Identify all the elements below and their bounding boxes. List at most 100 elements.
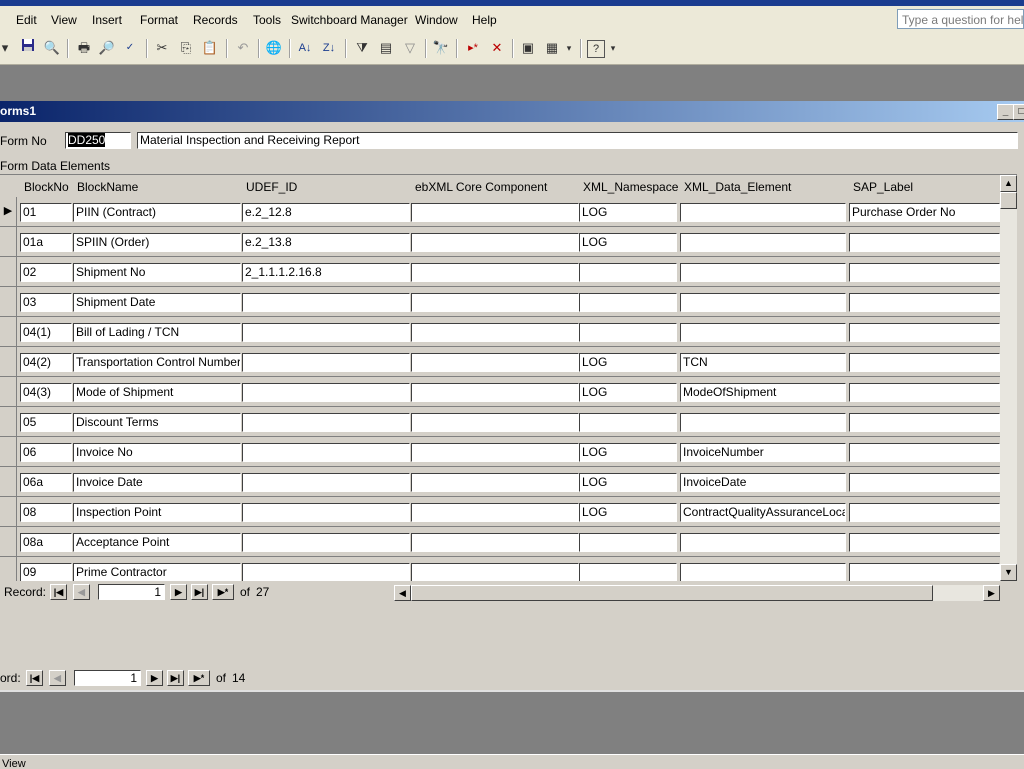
cut-icon[interactable]: ✂ xyxy=(152,38,172,58)
record-selector[interactable] xyxy=(0,317,17,347)
menu-help[interactable]: Help xyxy=(472,13,497,27)
cell-blockname[interactable]: Shipment Date xyxy=(73,293,241,312)
form-no-field[interactable]: DD250 xyxy=(65,132,131,149)
spelling-icon[interactable]: ✓ xyxy=(120,38,140,58)
cell-sap-label[interactable]: Purchase Order No xyxy=(849,203,1000,222)
scroll-up-icon[interactable]: ▲ xyxy=(1000,175,1017,192)
cell-sap-label[interactable] xyxy=(849,383,1000,402)
cell-xml-data-element[interactable]: InvoiceDate xyxy=(680,473,846,492)
cell-blockno[interactable]: 08 xyxy=(20,503,72,522)
cell-xml-namespace[interactable] xyxy=(579,293,677,312)
cell-udef-id[interactable] xyxy=(242,293,410,312)
cell-udef-id[interactable]: 2_1.1.1.2.16.8 xyxy=(242,263,410,282)
cell-xml-data-element[interactable] xyxy=(680,323,846,342)
cell-xml-data-element[interactable] xyxy=(680,233,846,252)
vertical-scrollbar[interactable]: ▲ ▼ xyxy=(1000,175,1017,581)
record-selector[interactable] xyxy=(0,347,17,377)
form-title-field[interactable]: Material Inspection and Receiving Report xyxy=(137,132,1018,149)
cell-ebxml-core-component[interactable] xyxy=(411,473,579,492)
cell-blockno[interactable]: 05 xyxy=(20,413,72,432)
cell-blockno[interactable]: 04(1) xyxy=(20,323,72,342)
cell-udef-id[interactable] xyxy=(242,383,410,402)
main-first-record-icon[interactable]: |◀ xyxy=(26,670,43,686)
cell-blockno[interactable]: 06a xyxy=(20,473,72,492)
menu-edit[interactable]: Edit xyxy=(16,13,37,27)
record-selector[interactable] xyxy=(0,557,17,581)
cell-xml-namespace[interactable]: LOG xyxy=(579,473,677,492)
cell-ebxml-core-component[interactable] xyxy=(411,383,579,402)
cell-ebxml-core-component[interactable] xyxy=(411,563,579,581)
filter-by-form-icon[interactable]: ▤ xyxy=(376,38,396,58)
cell-xml-data-element[interactable] xyxy=(680,413,846,432)
cell-sap-label[interactable] xyxy=(849,443,1000,462)
sort-descending-icon[interactable]: Z↓ xyxy=(319,38,339,58)
cell-blockno[interactable]: 03 xyxy=(20,293,72,312)
cell-xml-data-element[interactable]: ContractQualityAssuranceLocat xyxy=(680,503,846,522)
cell-blockno[interactable]: 04(3) xyxy=(20,383,72,402)
cell-xml-data-element[interactable]: ModeOfShipment xyxy=(680,383,846,402)
new-object-icon[interactable]: ▦ xyxy=(542,38,562,58)
cell-xml-namespace[interactable] xyxy=(579,323,677,342)
previous-record-icon[interactable]: ◀ xyxy=(73,584,90,600)
hyperlink-icon[interactable]: 🌐 xyxy=(264,38,284,58)
print-icon[interactable]: 🖶 xyxy=(74,38,94,58)
main-last-record-icon[interactable]: ▶| xyxy=(167,670,184,686)
cell-blockname[interactable]: Bill of Lading / TCN xyxy=(73,323,241,342)
print-preview-icon[interactable]: 🔎 xyxy=(97,38,117,58)
record-selector[interactable] xyxy=(0,467,17,497)
cell-xml-namespace[interactable] xyxy=(579,413,677,432)
main-next-record-icon[interactable]: ▶ xyxy=(146,670,163,686)
cell-ebxml-core-component[interactable] xyxy=(411,323,579,342)
cell-blockname[interactable]: Mode of Shipment xyxy=(73,383,241,402)
cell-ebxml-core-component[interactable] xyxy=(411,413,579,432)
record-selector[interactable] xyxy=(0,287,17,317)
last-record-icon[interactable]: ▶| xyxy=(191,584,208,600)
cell-ebxml-core-component[interactable] xyxy=(411,533,579,552)
cell-udef-id[interactable] xyxy=(242,443,410,462)
cell-xml-data-element[interactable] xyxy=(680,293,846,312)
cell-xml-namespace[interactable] xyxy=(579,263,677,282)
cell-sap-label[interactable] xyxy=(849,293,1000,312)
cell-blockno[interactable]: 06 xyxy=(20,443,72,462)
view-dropdown-icon[interactable]: ▾ xyxy=(0,38,10,58)
menu-view[interactable]: View xyxy=(51,13,77,27)
cell-blockname[interactable]: SPIIN (Order) xyxy=(73,233,241,252)
cell-udef-id[interactable] xyxy=(242,563,410,581)
paste-icon[interactable]: 📋 xyxy=(200,38,220,58)
cell-blockname[interactable]: Inspection Point xyxy=(73,503,241,522)
cell-udef-id[interactable] xyxy=(242,413,410,432)
record-selector[interactable] xyxy=(0,437,17,467)
cell-xml-namespace[interactable]: LOG xyxy=(579,233,677,252)
cell-xml-data-element[interactable] xyxy=(680,203,846,222)
cell-blockname[interactable]: Invoice Date xyxy=(73,473,241,492)
menu-insert[interactable]: Insert xyxy=(92,13,122,27)
record-selector[interactable] xyxy=(0,227,17,257)
cell-sap-label[interactable] xyxy=(849,323,1000,342)
undo-icon[interactable]: ↶ xyxy=(233,38,253,58)
new-object-dropdown-icon[interactable]: ▾ xyxy=(564,38,574,58)
menu-tools[interactable]: Tools xyxy=(253,13,281,27)
filter-by-selection-icon[interactable]: ⧩ xyxy=(352,38,372,58)
cell-blockno[interactable]: 04(2) xyxy=(20,353,72,372)
record-selector[interactable] xyxy=(0,527,17,557)
menu-switchboard-manager[interactable]: Switchboard Manager xyxy=(291,13,408,27)
cell-blockno[interactable]: 02 xyxy=(20,263,72,282)
scroll-left-icon[interactable]: ◀ xyxy=(394,585,411,601)
current-record-field[interactable]: 1 xyxy=(98,584,165,600)
cell-blockname[interactable]: PIIN (Contract) xyxy=(73,203,241,222)
cell-udef-id[interactable] xyxy=(242,353,410,372)
new-record-nav-icon[interactable]: ▶* xyxy=(212,584,234,600)
cell-blockname[interactable]: Transportation Control Number ( xyxy=(73,353,241,372)
cell-xml-data-element[interactable] xyxy=(680,563,846,581)
menu-format[interactable]: Format xyxy=(140,13,178,27)
next-record-icon[interactable]: ▶ xyxy=(170,584,187,600)
main-new-record-icon[interactable]: ▶* xyxy=(188,670,210,686)
cell-sap-label[interactable] xyxy=(849,233,1000,252)
cell-ebxml-core-component[interactable] xyxy=(411,263,579,282)
menu-window[interactable]: Window xyxy=(415,13,458,27)
new-record-icon[interactable]: ▸* xyxy=(463,38,483,58)
delete-record-icon[interactable]: ✕ xyxy=(487,38,507,58)
cell-sap-label[interactable] xyxy=(849,263,1000,282)
cell-xml-namespace[interactable]: LOG xyxy=(579,353,677,372)
help-icon[interactable]: ? xyxy=(587,40,605,58)
